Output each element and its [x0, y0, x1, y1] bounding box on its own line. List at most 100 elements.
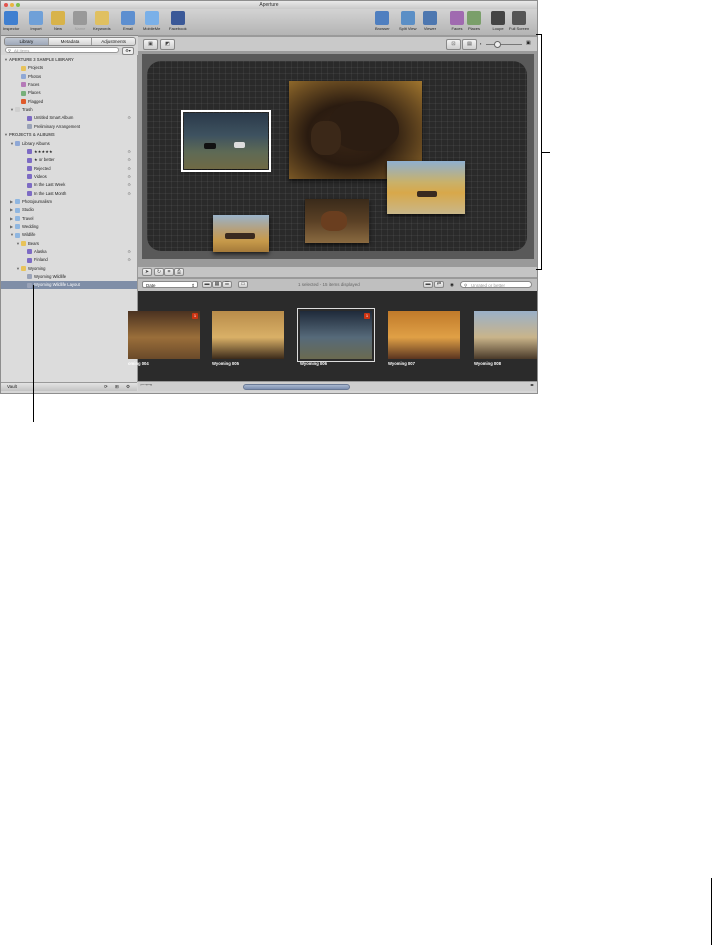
photo-horses-field[interactable] — [387, 161, 465, 214]
sort-popup[interactable]: Date ⇕ — [142, 281, 198, 288]
library-item[interactable]: ▶ Travel — [1, 215, 137, 223]
thumbnail[interactable]: Wyoming 008 — [474, 311, 537, 366]
smart-settings-icon[interactable]: ⚙ — [127, 190, 131, 198]
vault-update-icon[interactable]: ⟳ — [104, 383, 108, 391]
library-item[interactable]: ▼PROJECTS & ALBUMS — [1, 131, 137, 139]
tab-metadata[interactable]: Metadata — [48, 38, 93, 45]
library-item[interactable]: ▶ Studio — [1, 206, 137, 214]
library-item[interactable]: ▼ Trash — [1, 106, 137, 114]
smart-settings-icon[interactable]: ⚙ — [127, 248, 131, 256]
library-item[interactable]: ▼ Bears — [1, 240, 137, 248]
minimize-window-icon[interactable] — [10, 3, 14, 7]
stack-count-badge[interactable]: 1 — [192, 313, 198, 319]
library-item[interactable]: In the Last Month ⚙ — [1, 190, 137, 198]
stamp-tool-button[interactable]: ⎙ — [174, 268, 184, 276]
library-item[interactable]: Untitled Smart Album ⚙ — [1, 114, 137, 122]
library-item[interactable]: Alaska ⚙ — [1, 248, 137, 256]
light-table-arrange-button[interactable]: ◩ — [160, 39, 175, 50]
light-table-scale-button[interactable]: ▣ — [143, 39, 158, 50]
library-item[interactable]: Rejected ⚙ — [1, 165, 137, 173]
library-item[interactable]: ★★★★★ ⚙ — [1, 148, 137, 156]
metadata-overlay-button[interactable]: ▭ — [238, 281, 248, 288]
photo-horses-dark[interactable] — [181, 110, 271, 172]
grid-view-button[interactable]: ▦ — [212, 281, 222, 288]
toolbar-places-button[interactable]: Places — [467, 11, 481, 31]
zoom-slider-track[interactable] — [486, 44, 522, 45]
photo-bison-herd[interactable] — [213, 215, 269, 252]
thumbnail[interactable]: 1 oming 004 — [128, 311, 200, 366]
zoom-window-icon[interactable] — [16, 3, 20, 7]
library-item[interactable]: Wyoming Wildlife Layout — [1, 281, 137, 290]
list-view-button[interactable]: ☰ — [222, 281, 232, 288]
action-menu-button[interactable]: ⚙▾ — [122, 47, 134, 55]
library-item[interactable]: ▼ Library Albums — [1, 140, 137, 148]
library-item[interactable]: Photos — [1, 73, 137, 81]
filter-hud-icon[interactable]: ◉ — [450, 279, 454, 291]
rating-filter-field[interactable]: ⚲ Unrated or better — [460, 281, 532, 288]
toolbar-viewer-button[interactable]: Viewer — [423, 11, 437, 31]
photo-elk[interactable] — [305, 199, 369, 243]
smart-settings-icon[interactable]: ⚙ — [127, 114, 131, 122]
smart-settings-icon[interactable]: ⚙ — [127, 148, 131, 156]
smart-settings-icon[interactable]: ⚙ — [127, 156, 131, 164]
toolbar-import-button[interactable]: Import — [29, 11, 43, 31]
toolbar-email-button[interactable]: Email — [121, 11, 135, 31]
scrollbar-knob[interactable] — [243, 384, 350, 390]
library-item[interactable]: Flagged — [1, 98, 137, 106]
light-table-center-button[interactable]: ⊡ — [446, 39, 461, 50]
toolbar-browser-button[interactable]: Browser — [375, 11, 390, 31]
stack-count-badge[interactable]: 1 — [364, 313, 370, 319]
crop-tool-button[interactable]: ⌗ — [164, 268, 174, 276]
library-search-field[interactable]: ⚲ All Items — [5, 47, 119, 53]
library-item-icon — [21, 241, 26, 247]
smart-settings-icon[interactable]: ⚙ — [127, 173, 131, 181]
library-item[interactable]: In the Last Week ⚙ — [1, 181, 137, 189]
library-item[interactable]: Places — [1, 89, 137, 97]
thumbnail[interactable]: Wyoming 005 — [212, 311, 284, 366]
browser-scrollbar[interactable]: ▫─⊸─▪ ◂▸ — [138, 381, 537, 391]
toolbar-full-screen-button[interactable]: Full Screen — [509, 11, 529, 31]
library-item[interactable]: ▼ Wyoming — [1, 265, 137, 273]
tab-library[interactable]: Library — [5, 38, 49, 45]
library-item[interactable]: Faces — [1, 81, 137, 89]
toolbar-faces-button[interactable]: Faces — [450, 11, 464, 31]
thumbnail-size-slider[interactable]: ▫─⊸─▪ — [140, 382, 152, 387]
toolbar-mobileme-button[interactable]: MobileMe — [143, 11, 160, 31]
tab-adjustments[interactable]: Adjustments — [92, 38, 135, 45]
smart-settings-icon[interactable]: ⚙ — [127, 256, 131, 264]
library-item[interactable]: ▶ Photojournalism — [1, 198, 137, 206]
toolbar-inspector-button[interactable]: Inspector — [3, 11, 19, 31]
library-item[interactable]: Preliminary Arrangement — [1, 123, 137, 131]
filmstrip-view-button[interactable]: ▬ — [202, 281, 212, 288]
light-table-fit-button[interactable]: ▤ — [462, 39, 477, 50]
library-item[interactable]: Projects — [1, 64, 137, 72]
toolbar-name-button[interactable]: Name — [73, 11, 87, 31]
browser-swap-button[interactable]: ⇄ — [434, 281, 444, 288]
library-item[interactable]: Finland ⚙ — [1, 256, 137, 264]
smart-settings-icon[interactable]: ⚙ — [127, 165, 131, 173]
toolbar-keywords-button[interactable]: Keywords — [93, 11, 111, 31]
browser-size-button[interactable]: ▬ — [423, 281, 433, 288]
close-window-icon[interactable] — [4, 3, 8, 7]
library-item[interactable]: Wyoming Wildlife — [1, 273, 137, 281]
light-table-canvas[interactable] — [147, 61, 527, 252]
select-tool-button[interactable]: ➤ — [142, 268, 152, 276]
thumbnail[interactable]: Wyoming 007 — [388, 311, 460, 366]
thumbnail[interactable]: 1 Wyoming 006 — [297, 308, 375, 366]
library-item[interactable]: ★ or better ⚙ — [1, 156, 137, 164]
toolbar-facebook-button[interactable]: Facebook — [169, 11, 187, 31]
scroll-arrows[interactable]: ◂▸ — [530, 382, 534, 387]
library-item-label: Trash — [22, 107, 33, 113]
rotate-tool-button[interactable]: ↻ — [154, 268, 164, 276]
toolbar-loupe-button[interactable]: Loupe — [491, 11, 505, 31]
library-item[interactable]: Videos ⚙ — [1, 173, 137, 181]
toolbar-new-button[interactable]: New — [51, 11, 65, 31]
vault-add-icon[interactable]: ⊞ — [115, 383, 119, 391]
toolbar-split-view-button[interactable]: Split View — [399, 11, 417, 31]
library-item[interactable]: ▼ Wildlife — [1, 231, 137, 239]
smart-settings-icon[interactable]: ⚙ — [127, 181, 131, 189]
vault-settings-icon[interactable]: ⚙ — [126, 383, 130, 391]
library-item[interactable]: ▼APERTURE 3 SAMPLE LIBRARY — [1, 56, 137, 64]
zoom-slider-knob[interactable] — [494, 41, 501, 48]
library-item[interactable]: ▶ Wedding — [1, 223, 137, 231]
